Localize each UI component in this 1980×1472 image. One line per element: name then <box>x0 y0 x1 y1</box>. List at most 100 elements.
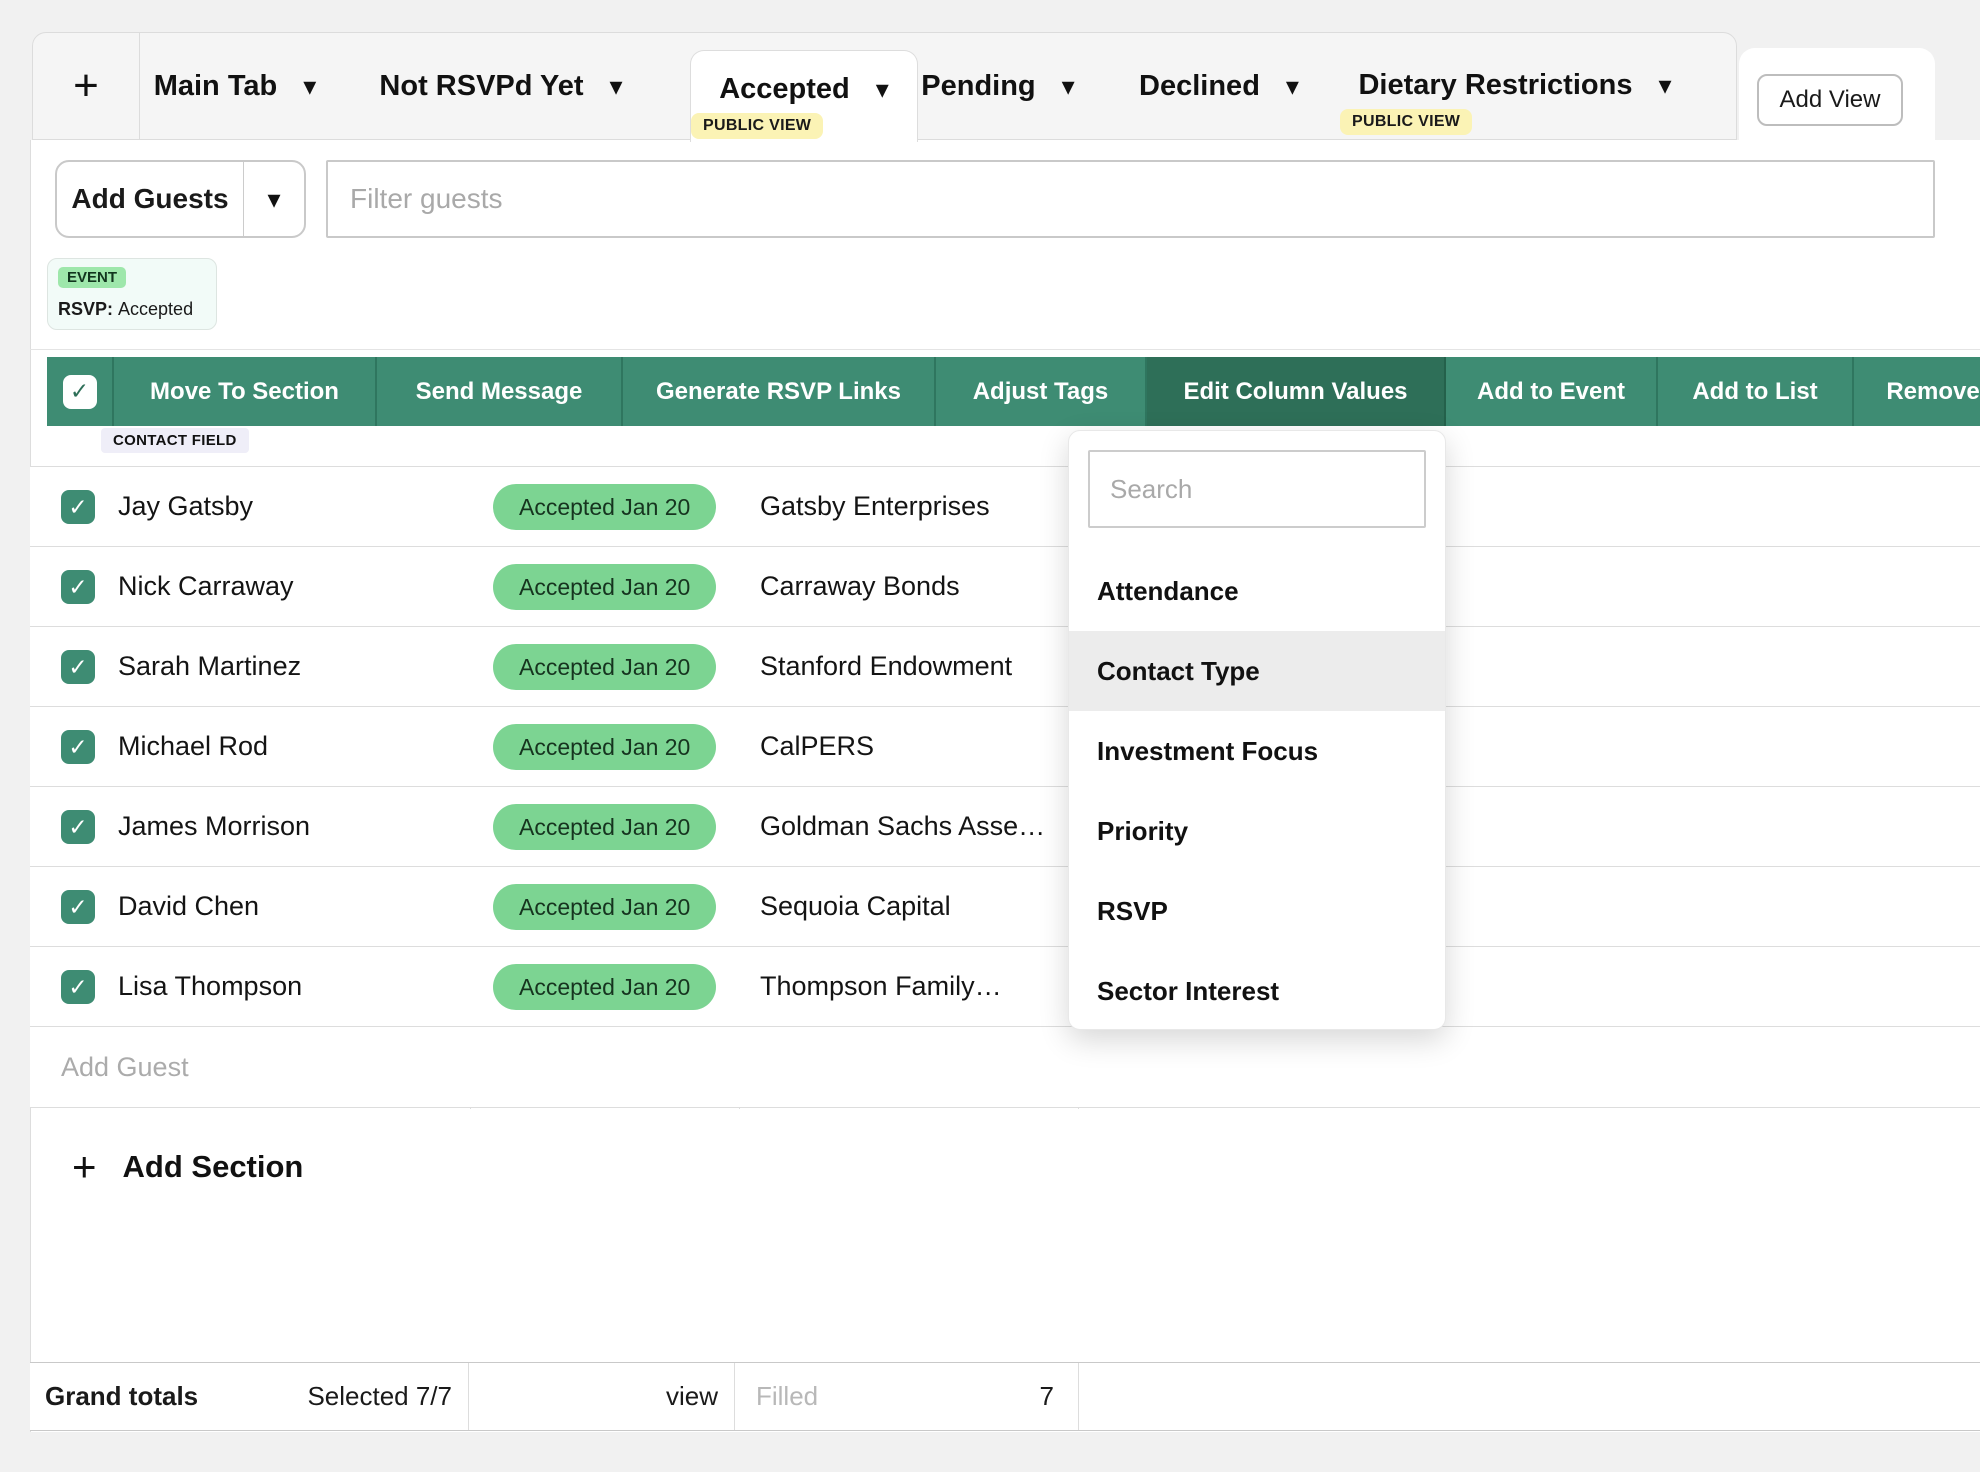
plus-icon <box>73 64 99 108</box>
dropdown-item-rsvp[interactable]: RSVP <box>1069 871 1445 951</box>
guest-name[interactable]: Jay Gatsby <box>118 467 253 546</box>
totals-view-selector[interactable]: view <box>468 1363 718 1430</box>
dropdown-item-list: Attendance Contact Type Investment Focus… <box>1069 551 1445 1031</box>
rsvp-status-pill[interactable]: Accepted Jan 20 <box>493 884 716 930</box>
add-guests-button[interactable]: Add Guests <box>57 162 244 236</box>
public-view-badge: PUBLIC VIEW <box>691 113 823 139</box>
send-message-button[interactable]: Send Message <box>377 357 623 426</box>
chevron-down-icon[interactable] <box>1658 72 1671 99</box>
add-view-panel: Add View <box>1739 48 1935 141</box>
public-view-badge: PUBLIC VIEW <box>1340 109 1472 135</box>
tab-accepted-selected[interactable]: Accepted PUBLIC VIEW <box>690 50 918 142</box>
edit-column-values-button[interactable]: Edit Column Values <box>1147 357 1446 426</box>
guest-row[interactable]: Jay Gatsby Accepted Jan 20 Gatsby Enterp… <box>30 467 1980 547</box>
dropdown-item-priority[interactable]: Priority <box>1069 791 1445 871</box>
tab-declined[interactable]: Declined <box>1104 33 1334 139</box>
rsvp-status-pill[interactable]: Accepted Jan 20 <box>493 964 716 1010</box>
selected-count: Selected 7/7 <box>30 1363 452 1430</box>
generate-rsvp-links-button[interactable]: Generate RSVP Links <box>623 357 936 426</box>
tab-label: Pending <box>921 70 1035 103</box>
remove-button[interactable]: Remove <box>1854 357 1980 426</box>
dropdown-item-sector-interest[interactable]: Sector Interest <box>1069 951 1445 1031</box>
column-divider <box>1078 1363 1079 1430</box>
filter-guests-input[interactable] <box>326 160 1935 238</box>
filter-chip-field: RSVP: <box>58 299 113 319</box>
rsvp-status-pill[interactable]: Accepted Jan 20 <box>493 564 716 610</box>
chevron-down-icon[interactable] <box>1062 73 1075 100</box>
row-checkbox[interactable] <box>61 570 95 604</box>
tab-label: Main Tab <box>154 70 278 103</box>
grand-totals-row: Grand totals Selected 7/7 view Filled 7 <box>30 1362 1980 1431</box>
add-guest-row[interactable]: Add Guest <box>30 1027 1980 1108</box>
row-checkbox[interactable] <box>61 970 95 1004</box>
guest-company[interactable]: Goldman Sachs Asse… <box>760 787 1045 866</box>
guest-table-page: Main Tab Not RSVPd Yet Pending Declined <box>0 0 1980 1472</box>
add-to-event-button[interactable]: Add to Event <box>1446 357 1658 426</box>
tab-main-tab[interactable]: Main Tab <box>105 33 365 139</box>
guest-name[interactable]: Nick Carraway <box>118 547 294 626</box>
edit-column-values-dropdown: Attendance Contact Type Investment Focus… <box>1068 430 1446 1030</box>
chevron-down-icon[interactable] <box>1286 73 1299 100</box>
rsvp-status-pill[interactable]: Accepted Jan 20 <box>493 644 716 690</box>
tab-label: Dietary Restrictions <box>1358 69 1632 102</box>
dropdown-search-input[interactable] <box>1088 450 1426 528</box>
row-checkbox[interactable] <box>61 810 95 844</box>
dropdown-item-contact-type[interactable]: Contact Type <box>1069 631 1445 711</box>
add-guests-dropdown-button[interactable] <box>244 162 304 236</box>
guest-row[interactable]: James Morrison Accepted Jan 20 Goldman S… <box>30 787 1980 867</box>
guest-name[interactable]: Lisa Thompson <box>118 947 302 1026</box>
rsvp-status-pill[interactable]: Accepted Jan 20 <box>493 484 716 530</box>
guest-row[interactable]: Lisa Thompson Accepted Jan 20 Thompson F… <box>30 947 1980 1027</box>
add-to-list-button[interactable]: Add to List <box>1658 357 1854 426</box>
dropdown-item-attendance[interactable]: Attendance <box>1069 551 1445 631</box>
tab-dietary-restrictions[interactable]: Dietary Restrictions PUBLIC VIEW <box>1340 33 1690 139</box>
rsvp-status-pill[interactable]: Accepted Jan 20 <box>493 724 716 770</box>
rsvp-status-pill[interactable]: Accepted Jan 20 <box>493 804 716 850</box>
guest-row[interactable]: David Chen Accepted Jan 20 Sequoia Capit… <box>30 867 1980 947</box>
row-checkbox[interactable] <box>61 890 95 924</box>
chevron-down-icon <box>267 186 280 213</box>
tab-not-rsvpd-yet[interactable]: Not RSVPd Yet <box>351 33 651 139</box>
event-tag-badge: EVENT <box>58 267 126 288</box>
tab-label: Not RSVPd Yet <box>379 70 583 103</box>
guest-name[interactable]: David Chen <box>118 867 259 946</box>
plus-icon <box>72 1146 97 1188</box>
row-checkbox[interactable] <box>61 490 95 524</box>
bulk-action-toolbar: Move To Section Send Message Generate RS… <box>47 357 1980 426</box>
tab-label: Declined <box>1139 70 1260 103</box>
chevron-down-icon[interactable] <box>876 76 889 103</box>
divider <box>30 349 1980 350</box>
add-section-button[interactable]: Add Section <box>72 1139 303 1195</box>
add-view-button[interactable]: Add View <box>1757 74 1903 126</box>
filled-count: 7 <box>734 1363 1054 1430</box>
guest-name[interactable]: Sarah Martinez <box>118 627 301 706</box>
guest-name[interactable]: Michael Rod <box>118 707 268 786</box>
guest-company[interactable]: Thompson Family… <box>760 947 1002 1026</box>
tab-label: Accepted <box>719 73 850 106</box>
guest-company[interactable]: Sequoia Capital <box>760 867 951 946</box>
guest-company[interactable]: Gatsby Enterprises <box>760 467 990 546</box>
guest-row[interactable]: Nick Carraway Accepted Jan 20 Carraway B… <box>30 547 1980 627</box>
row-checkbox[interactable] <box>61 730 95 764</box>
chevron-down-icon[interactable] <box>303 73 316 100</box>
filter-chip-value: Accepted <box>118 299 193 319</box>
dropdown-item-investment-focus[interactable]: Investment Focus <box>1069 711 1445 791</box>
chevron-down-icon[interactable] <box>610 73 623 100</box>
guest-company[interactable]: Carraway Bonds <box>760 547 960 626</box>
filter-chip-text: RSVP: Accepted <box>58 299 193 320</box>
move-to-section-button[interactable]: Move To Section <box>114 357 377 426</box>
guest-table: Jay Gatsby Accepted Jan 20 Gatsby Enterp… <box>30 466 1980 1108</box>
guest-company[interactable]: Stanford Endowment <box>760 627 1012 706</box>
rsvp-filter-chip[interactable]: EVENT RSVP: Accepted <box>47 258 217 330</box>
contact-field-header: CONTACT FIELD <box>101 428 249 453</box>
guest-row[interactable]: Sarah Martinez Accepted Jan 20 Stanford … <box>30 627 1980 707</box>
add-section-label: Add Section <box>123 1149 304 1185</box>
guest-row[interactable]: Michael Rod Accepted Jan 20 CalPERS <box>30 707 1980 787</box>
guest-name[interactable]: James Morrison <box>118 787 310 866</box>
row-checkbox[interactable] <box>61 650 95 684</box>
guest-company[interactable]: CalPERS <box>760 707 874 786</box>
select-all-checkbox[interactable] <box>63 375 97 409</box>
adjust-tags-button[interactable]: Adjust Tags <box>936 357 1147 426</box>
tab-pending[interactable]: Pending <box>888 33 1108 139</box>
select-all-cell <box>47 357 114 426</box>
